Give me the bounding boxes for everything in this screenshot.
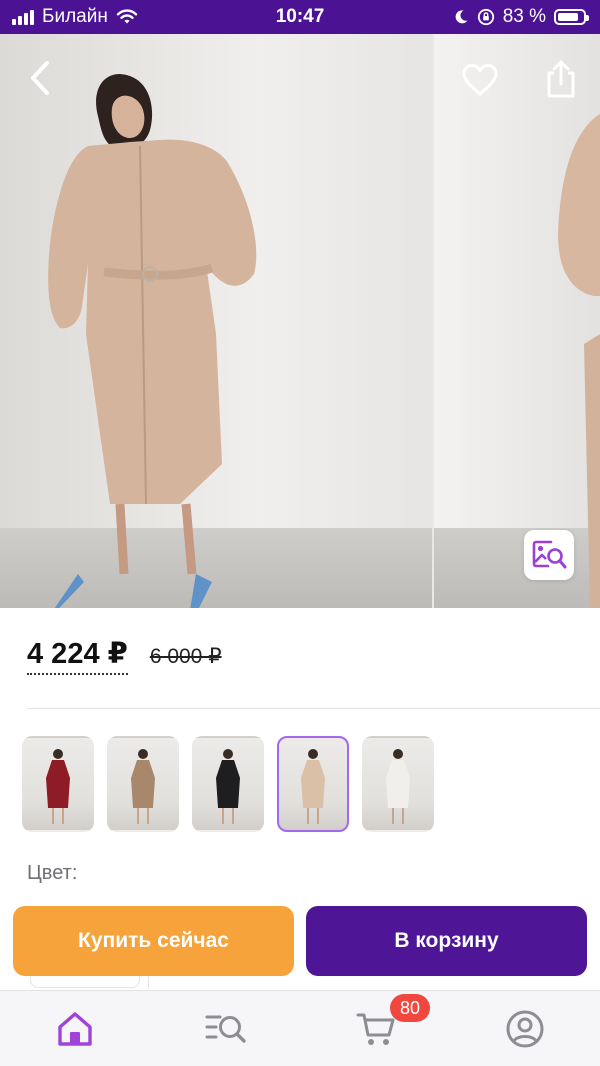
- cart-icon: [356, 1013, 395, 1045]
- color-options: [22, 736, 434, 832]
- tab-bar: [0, 990, 600, 1066]
- signal-icon: [12, 9, 34, 25]
- price-old: 6 000 ₽: [149, 645, 222, 668]
- battery-percent: 83 %: [502, 6, 546, 27]
- visual-search-button[interactable]: [524, 530, 574, 580]
- dress-photo-icon: [46, 749, 70, 824]
- divider: [27, 708, 600, 709]
- rotation-lock-icon: [477, 8, 494, 26]
- favorite-button[interactable]: [456, 56, 504, 104]
- wifi-icon: [116, 9, 138, 24]
- status-left: Билайн: [12, 6, 138, 28]
- back-button[interactable]: [18, 56, 62, 100]
- color-option-thumb[interactable]: [107, 736, 179, 832]
- product-photo[interactable]: [0, 34, 432, 608]
- add-to-cart-button[interactable]: В корзину: [306, 906, 587, 976]
- share-button[interactable]: [538, 54, 584, 104]
- dress-photo-icon: [386, 749, 410, 824]
- profile-icon: [506, 1010, 544, 1048]
- image-search-icon: [532, 540, 567, 569]
- color-option-thumb[interactable]: [22, 736, 94, 832]
- status-right: 83 %: [453, 6, 589, 28]
- dress-photo-icon: [216, 749, 240, 824]
- tab-profile[interactable]: [501, 1005, 549, 1053]
- status-time: 10:47: [275, 6, 325, 27]
- battery-level: [558, 13, 578, 21]
- color-option-thumb[interactable]: [277, 736, 349, 832]
- price-current[interactable]: 4 224 ₽: [27, 636, 128, 675]
- buy-now-button[interactable]: Купить сейчас: [13, 906, 294, 976]
- dress-photo-icon: [301, 749, 325, 824]
- dress-figure: [48, 74, 257, 608]
- tab-home[interactable]: [51, 1005, 99, 1053]
- carrier-name: Билайн: [42, 6, 108, 27]
- color-option-thumb[interactable]: [362, 736, 434, 832]
- product-photo-next[interactable]: [434, 34, 600, 608]
- moon-icon: [455, 10, 468, 24]
- home-icon: [58, 1012, 92, 1046]
- dress-photo-icon: [131, 749, 155, 824]
- heart-icon: [462, 63, 498, 96]
- price-row: 4 224 ₽ 6 000 ₽: [27, 636, 222, 675]
- dress-figure-next: [558, 114, 600, 608]
- cart-badge: 80: [390, 994, 430, 1022]
- chevron-left-icon: [31, 61, 49, 95]
- status-bar: Билайн 10:47 83 %: [0, 0, 600, 34]
- share-icon: [547, 60, 575, 98]
- tab-catalog-search[interactable]: [202, 1005, 250, 1053]
- battery-icon: [554, 9, 589, 25]
- catalog-search-icon: [205, 1015, 246, 1043]
- color-option-thumb[interactable]: [192, 736, 264, 832]
- product-gallery[interactable]: [0, 34, 600, 608]
- color-label: Цвет:: [27, 862, 78, 884]
